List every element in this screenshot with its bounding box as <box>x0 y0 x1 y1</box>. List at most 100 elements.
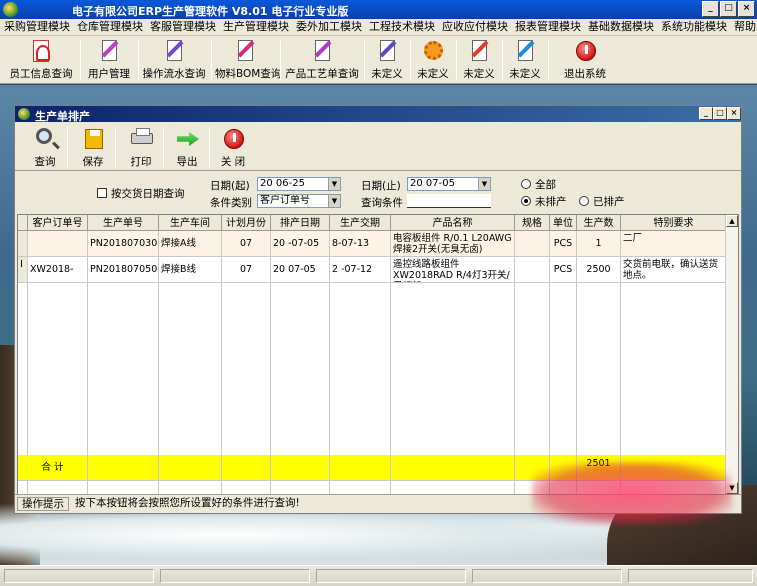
document-icon <box>161 38 187 64</box>
app-title: 电子有限公司ERP生产管理软件 V8.01 电子行业专业版 <box>72 5 349 18</box>
col-delivery-date[interactable]: 生产交期 <box>330 215 391 231</box>
window-logo-icon <box>18 108 30 120</box>
col-product-name[interactable]: 产品名称 <box>391 215 515 231</box>
table-row[interactable]: I XW2018-02 PN201807050002 焊接B线 07 20 07… <box>18 257 727 283</box>
row-indicator-header <box>18 215 28 231</box>
date-to-picker[interactable]: 20 07-05 ▼ <box>407 177 491 191</box>
menu-reports[interactable]: 报表管理模块 <box>511 19 584 35</box>
save-button[interactable]: 保存 <box>71 126 115 170</box>
menu-help[interactable]: 帮助 <box>730 19 757 35</box>
main-toolbar: 员工信息查询 用户管理 操作流水查询 物料BOM查询 产品工艺单查询 未定义 未… <box>0 36 757 84</box>
filter-panel: 按交货日期查询 日期(起) 20 06-25 ▼ 日期(止) 20 07-05 ▼ … <box>15 172 741 212</box>
condition-type-select[interactable]: 客户订单号 ▼ <box>257 194 341 208</box>
bottom-taskbar <box>0 565 757 586</box>
radio-unscheduled-label: 未排产 <box>535 196 567 208</box>
summary-label: 合 计 <box>18 455 88 481</box>
toolbar-employee-query-button[interactable]: 员工信息查询 <box>6 38 76 82</box>
minimize-button[interactable]: _ <box>702 1 719 17</box>
pdf-icon <box>28 38 54 64</box>
export-button[interactable]: 导出 <box>165 126 209 170</box>
status-label: 操作提示 <box>17 497 69 511</box>
child-toolbar: 查询 保存 打印 导出 关 闭 <box>15 123 741 171</box>
menu-warehouse[interactable]: 仓库管理模块 <box>73 19 146 35</box>
query-button[interactable]: 查询 <box>23 126 67 170</box>
document-icon <box>512 38 538 64</box>
radio-all-label: 全部 <box>535 179 556 191</box>
document-icon <box>232 38 258 64</box>
app-logo-icon <box>3 2 18 17</box>
toolbar-process-sheet-button[interactable]: 产品工艺单查询 <box>284 38 360 82</box>
date-from-label: 日期(起) <box>210 180 250 192</box>
child-minimize-button[interactable]: _ <box>699 107 713 120</box>
date-from-picker[interactable]: 20 06-25 ▼ <box>257 177 341 191</box>
row-indicator <box>18 231 28 257</box>
col-special-requirements[interactable]: 特别要求 <box>621 215 727 231</box>
document-icon <box>374 38 400 64</box>
by-delivery-date-checkbox[interactable] <box>97 188 107 198</box>
menu-base-data[interactable]: 基础数据模块 <box>584 19 657 35</box>
main-title-bar: 电子有限公司ERP生产管理软件 V8.01 电子行业专业版 _ □ × <box>0 0 757 19</box>
radio-unscheduled[interactable] <box>521 196 531 206</box>
print-button[interactable]: 打印 <box>119 126 163 170</box>
child-title-bar: 生产单排产 _ □ × <box>15 106 741 123</box>
toolbar-undefined-3-button[interactable]: 未定义 <box>460 38 498 82</box>
by-delivery-date-label: 按交货日期查询 <box>111 188 185 200</box>
magnifier-icon <box>32 126 58 152</box>
row-cursor-indicator: I <box>18 257 28 283</box>
production-scheduling-window: 生产单排产 _ □ × 查询 保存 打印 导出 关 闭 按交货日期查询 日期(起… <box>14 105 742 514</box>
radio-all[interactable] <box>521 179 531 189</box>
menu-engineering[interactable]: 工程技术模块 <box>365 19 438 35</box>
menu-outsourcing[interactable]: 委外加工模块 <box>292 19 365 35</box>
toolbar-operation-log-button[interactable]: 操作流水查询 <box>142 38 206 82</box>
col-plan-month[interactable]: 计划月份 <box>222 215 271 231</box>
col-customer-order[interactable]: 客户订单号 <box>28 215 88 231</box>
close-window-button[interactable]: 关 闭 <box>211 126 255 170</box>
col-spec[interactable]: 规格 <box>515 215 550 231</box>
document-icon <box>466 38 492 64</box>
condition-label: 查询条件 <box>361 197 403 209</box>
condition-type-label: 条件类别 <box>210 197 252 209</box>
toolbar-bom-query-button[interactable]: 物料BOM查询 <box>215 38 281 82</box>
chevron-down-icon: ▼ <box>328 178 340 190</box>
toolbar-exit-button[interactable]: 退出系统 <box>558 38 612 82</box>
date-to-label: 日期(止) <box>361 180 401 192</box>
child-title: 生产单排产 <box>35 110 90 123</box>
child-close-button[interactable]: × <box>727 107 741 120</box>
schedule-table[interactable]: 客户订单号 生产单号 生产车间 计划月份 排产日期 生产交期 产品名称 规格 单… <box>17 214 739 495</box>
table-vertical-scrollbar[interactable]: ▲ ▼ <box>725 215 738 494</box>
col-production-order[interactable]: 生产单号 <box>88 215 159 231</box>
toolbar-user-management-button[interactable]: 用户管理 <box>84 38 134 82</box>
radio-scheduled-label: 已排产 <box>593 196 625 208</box>
menu-receivables[interactable]: 应收应付模块 <box>438 19 511 35</box>
chevron-down-icon: ▼ <box>328 195 340 207</box>
toolbar-undefined-1-button[interactable]: 未定义 <box>368 38 406 82</box>
col-schedule-date[interactable]: 排产日期 <box>271 215 330 231</box>
blurred-overlay-badge <box>532 462 732 524</box>
table-row[interactable]: PN201807030001 焊接A线 07 20 -07-05 8-07-13… <box>18 231 727 257</box>
scroll-up-icon[interactable]: ▲ <box>726 215 738 227</box>
document-icon <box>96 38 122 64</box>
menu-bar: 采购管理模块 仓库管理模块 客服管理模块 生产管理模块 委外加工模块 工程技术模块 应收应付… <box>0 19 757 36</box>
power-icon <box>572 38 598 64</box>
menu-production[interactable]: 生产管理模块 <box>219 19 292 35</box>
toolbar-undefined-4-button[interactable]: 未定义 <box>506 38 544 82</box>
status-text: 按下本按钮将会按照您所设置好的条件进行查询! <box>75 497 300 509</box>
condition-input[interactable] <box>407 194 491 208</box>
export-arrow-icon <box>174 126 200 152</box>
col-workshop[interactable]: 生产车间 <box>159 215 222 231</box>
radio-scheduled[interactable] <box>579 196 589 206</box>
close-power-icon <box>220 126 246 152</box>
document-icon <box>309 38 335 64</box>
col-quantity[interactable]: 生产数量 <box>577 215 621 231</box>
chevron-down-icon: ▼ <box>478 178 490 190</box>
menu-system[interactable]: 系统功能模块 <box>657 19 730 35</box>
menu-purchase[interactable]: 采购管理模块 <box>0 19 73 35</box>
child-maximize-button[interactable]: □ <box>713 107 727 120</box>
gear-icon <box>420 38 446 64</box>
toolbar-undefined-2-button[interactable]: 未定义 <box>414 38 452 82</box>
maximize-button[interactable]: □ <box>720 1 737 17</box>
menu-customer-service[interactable]: 客服管理模块 <box>146 19 219 35</box>
close-button[interactable]: × <box>738 1 755 17</box>
save-disk-icon <box>80 126 106 152</box>
col-unit[interactable]: 单位 <box>550 215 577 231</box>
